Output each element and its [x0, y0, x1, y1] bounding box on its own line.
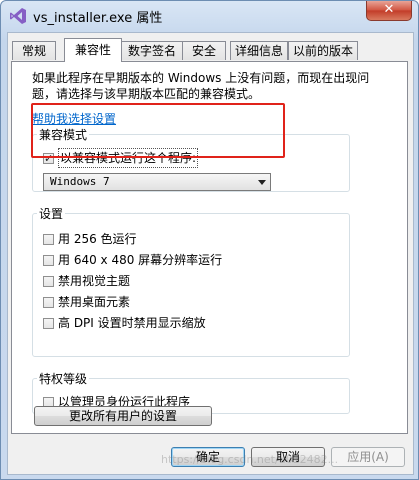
- close-button[interactable]: ✕: [366, 1, 412, 21]
- watermark-text: https://blog.csdn.net/u012482...: [161, 453, 339, 466]
- os-version-value: Windows 7: [50, 175, 110, 188]
- close-icon: ✕: [383, 2, 395, 17]
- option-label: 禁用视觉主题: [58, 274, 131, 288]
- tab-general[interactable]: 常规: [12, 41, 56, 60]
- option-label: 用 256 色运行: [58, 232, 137, 246]
- properties-window: vs_installer.exe 属性 ✕ 常规 兼容性 数字签名 安全 详细信…: [0, 0, 419, 480]
- option-label: 禁用桌面元素: [58, 295, 131, 309]
- checkbox[interactable]: [43, 275, 54, 287]
- option-256-colors[interactable]: 用 256 色运行: [43, 230, 137, 248]
- tab-previous-versions[interactable]: 以前的版本: [288, 41, 358, 60]
- visual-studio-icon: [10, 8, 26, 24]
- tab-security[interactable]: 安全: [182, 41, 226, 60]
- checkbox[interactable]: [43, 233, 54, 245]
- settings-legend: 设置: [39, 207, 64, 221]
- tab-digital-signatures[interactable]: 数字签名: [121, 41, 183, 60]
- option-disable-dpi-scaling[interactable]: 高 DPI 设置时禁用显示缩放: [43, 314, 206, 332]
- option-disable-desktop-composition[interactable]: 禁用桌面元素: [43, 293, 130, 311]
- checkbox[interactable]: [43, 296, 54, 308]
- window-title: vs_installer.exe 属性: [33, 11, 163, 26]
- tab-details[interactable]: 详细信息: [230, 41, 288, 60]
- intro-text: 如果此程序在早期版本的 Windows 上没有问题，而现在出现问题，请选择与该早…: [32, 71, 370, 101]
- settings-group: 设置 用 256 色运行 用 640 x 480 屏幕分辨率运行 禁用视觉主题 …: [32, 205, 350, 357]
- chevron-down-icon: [258, 180, 266, 185]
- tab-strip: 常规 兼容性 数字签名 安全 详细信息 以前的版本: [12, 38, 412, 62]
- checkbox[interactable]: [43, 317, 54, 329]
- option-label: 高 DPI 设置时禁用显示缩放: [58, 316, 206, 330]
- apply-button[interactable]: 应用(A): [331, 447, 405, 467]
- title-bar[interactable]: vs_installer.exe 属性 ✕: [1, 1, 418, 31]
- highlight-annotation-box: [31, 103, 285, 158]
- dialog-client-area: 常规 兼容性 数字签名 安全 详细信息 以前的版本 如果此程序在早期版本的 Wi…: [7, 32, 414, 475]
- os-version-select[interactable]: Windows 7: [43, 173, 271, 191]
- change-all-users-button[interactable]: 更改所有用户的设置: [34, 406, 212, 426]
- tab-compatibility[interactable]: 兼容性: [64, 38, 122, 62]
- option-disable-visual-themes[interactable]: 禁用视觉主题: [43, 272, 130, 290]
- checkbox[interactable]: [43, 254, 54, 266]
- option-label: 用 640 x 480 屏幕分辨率运行: [58, 253, 223, 267]
- privilege-legend: 特权等级: [39, 372, 88, 386]
- option-640x480[interactable]: 用 640 x 480 屏幕分辨率运行: [43, 251, 222, 269]
